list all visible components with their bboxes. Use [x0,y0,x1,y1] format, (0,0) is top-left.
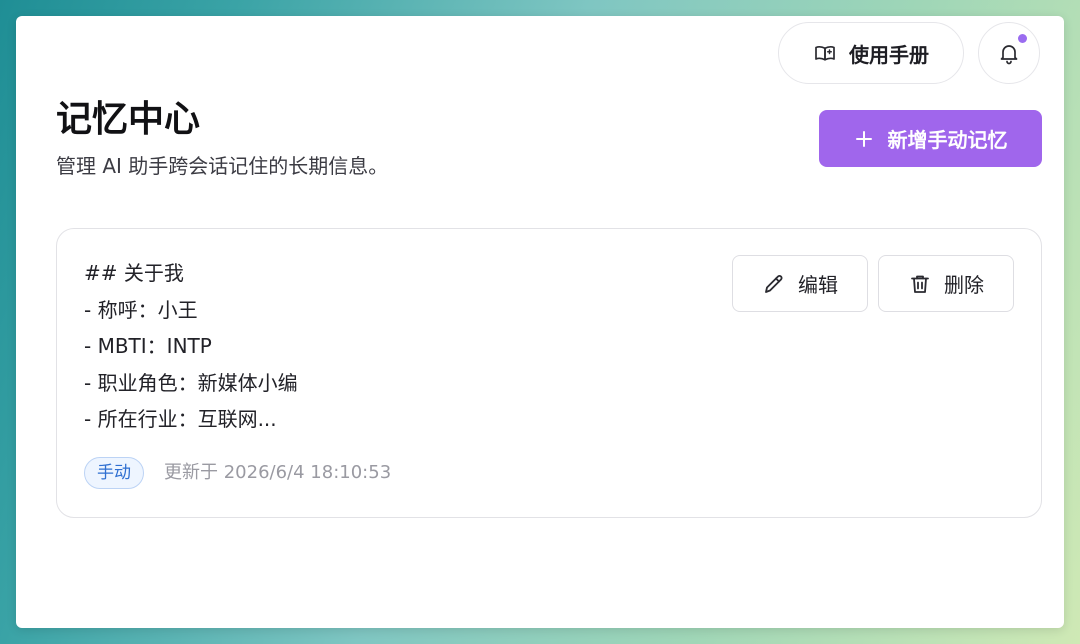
updated-time: 2026/6/4 18:10:53 [223,462,392,483]
plus-icon [854,129,874,149]
pencil-icon [762,272,786,296]
memory-line: - MBTI：INTP [84,334,212,358]
updated-timestamp: 更新于 2026/6/4 18:10:53 [164,459,391,487]
add-manual-memory-label: 新增手动记忆 [887,128,1008,152]
book-icon [813,41,837,65]
memory-content: ## 关于我 - 称呼：小王 - MBTI：INTP - 职业角色：新媒体小编 … [84,255,298,438]
memory-line: ## 关于我 [84,261,184,285]
memory-type-tag: 手动 [84,457,144,489]
app-window: 使用手册 记忆中心 管理 AI 助手跨会话记住的长期信息。 新增手动记忆 ## … [16,16,1064,628]
edit-label: 编辑 [798,273,838,297]
notification-badge-dot [1018,34,1027,43]
trash-icon [908,272,932,296]
page-title: 记忆中心 [56,99,201,140]
bell-icon [997,41,1021,65]
updated-prefix: 更新于 [164,462,218,483]
notifications-button[interactable] [978,22,1040,84]
add-manual-memory-button[interactable]: 新增手动记忆 [819,110,1042,167]
user-manual-button[interactable]: 使用手册 [778,22,964,84]
memory-line: - 所在行业：互联网... [84,407,277,431]
delete-button[interactable]: 删除 [878,255,1014,312]
user-manual-label: 使用手册 [849,42,929,67]
memory-line: - 职业角色：新媒体小编 [84,370,298,395]
edit-button[interactable]: 编辑 [732,255,868,312]
delete-label: 删除 [944,273,984,297]
memory-card: ## 关于我 - 称呼：小王 - MBTI：INTP - 职业角色：新媒体小编 … [56,228,1042,518]
memory-line: - 称呼：小王 [84,297,198,322]
page-subtitle: 管理 AI 助手跨会话记住的长期信息。 [56,154,389,178]
